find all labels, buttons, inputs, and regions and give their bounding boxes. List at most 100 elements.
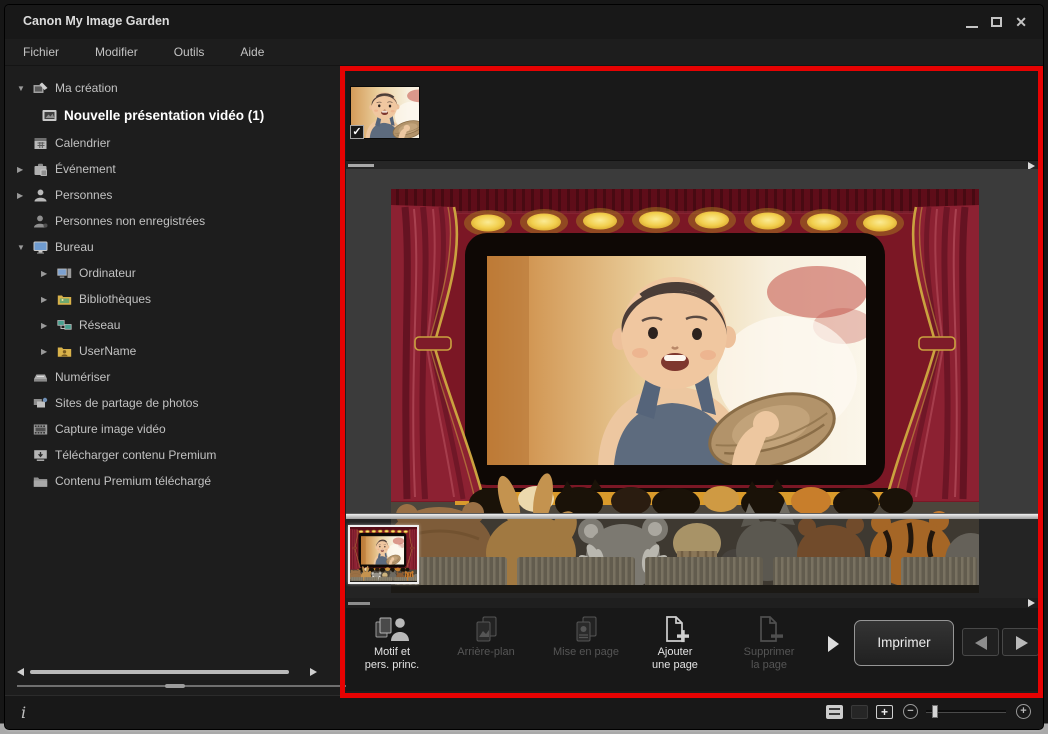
sidebar-item-personnes[interactable]: ▶ Personnes	[5, 182, 346, 208]
person-icon	[32, 189, 49, 202]
theme-and-main-person-icon	[372, 614, 412, 646]
sidebar-item-label: UserName	[79, 344, 136, 358]
calendar-icon	[32, 137, 49, 150]
layout-pages-icon	[566, 614, 606, 646]
scroll-right-icon[interactable]	[1028, 599, 1035, 607]
materials-scrollbar[interactable]	[346, 160, 1038, 169]
sidebar-horizontal-scrollbar[interactable]	[17, 667, 317, 677]
zoom-slider-track[interactable]	[926, 710, 1006, 713]
desktop-icon	[32, 241, 49, 254]
materials-area: ✓	[346, 70, 1038, 160]
sidebar-item-personnes-non-enregistrees[interactable]: Personnes non enregistrées	[5, 208, 346, 234]
supprimer-la-page-button: Supprimer la page	[723, 614, 815, 672]
scroll-right-icon[interactable]	[310, 668, 317, 676]
sidebar-item-sites-partage-photos[interactable]: Sites de partage de photos	[5, 390, 346, 416]
main-edit-area: ✓	[346, 70, 1038, 691]
minimize-icon[interactable]	[966, 26, 978, 28]
sidebar-item-label: Nouvelle présentation vidéo (1)	[64, 108, 264, 123]
sidebar-item-contenu-premium-telecharge[interactable]: Contenu Premium téléchargé	[5, 468, 346, 494]
background-pages-icon	[466, 614, 506, 646]
window-title: Canon My Image Garden	[23, 14, 170, 28]
sidebar-item-label: Contenu Premium téléchargé	[55, 474, 211, 488]
button-label: Arrière-plan	[440, 646, 532, 659]
motif-pers-princ-button[interactable]: Motif et pers. princ.	[346, 614, 438, 672]
page-1-thumbnail[interactable]	[348, 525, 419, 584]
thumbnail-checkbox[interactable]: ✓	[350, 125, 364, 139]
menu-fichier[interactable]: Fichier	[23, 45, 59, 59]
info-icon[interactable]: i	[21, 703, 26, 722]
chevron-right-icon[interactable]: ▶	[41, 321, 56, 330]
menu-outils[interactable]: Outils	[174, 45, 205, 59]
my-works-icon	[32, 82, 49, 95]
button-label: Mise en page	[540, 646, 632, 659]
scrollbar-thumb[interactable]	[348, 164, 374, 167]
sidebar-item-numeriser[interactable]: Numériser	[5, 364, 346, 390]
sidebar-item-bibliotheques[interactable]: ▶ Bibliothèques	[5, 286, 346, 312]
sidebar-item-label: Capture image vidéo	[55, 422, 166, 436]
sidebar-item-reseau[interactable]: ▶ Réseau	[5, 312, 346, 338]
sidebar-item-ordinateur[interactable]: ▶ Ordinateur	[5, 260, 346, 286]
sidebar-item-calendrier[interactable]: Calendrier	[5, 130, 346, 156]
imprimer-button[interactable]: Imprimer	[854, 620, 954, 666]
sidebar-item-ma-creation[interactable]: ▼ Ma création	[5, 75, 346, 101]
sidebar-item-telecharger-contenu-premium[interactable]: Télécharger contenu Premium	[5, 442, 346, 468]
sidebar-item-label: Sites de partage de photos	[55, 396, 198, 410]
forward-arrow-icon	[1016, 636, 1028, 650]
edit-toolbar: Motif et pers. princ. Arrière-plan	[346, 608, 1038, 691]
sidebar-item-username[interactable]: ▶ UserName	[5, 338, 346, 364]
chevron-right-icon[interactable]: ▶	[17, 191, 32, 200]
sidebar-item-label: Personnes non enregistrées	[55, 214, 205, 228]
sidebar-item-evenement[interactable]: ▶ Événement	[5, 156, 346, 182]
button-label: Supprimer	[723, 646, 815, 659]
sidebar-item-nouvelle-presentation-video[interactable]: Nouvelle présentation vidéo (1)	[5, 101, 346, 130]
splitter-handle[interactable]	[165, 684, 185, 688]
titlebar: Canon My Image Garden ✕	[5, 5, 1043, 39]
scrollbar-thumb[interactable]	[30, 670, 289, 674]
material-thumbnail[interactable]: ✓	[350, 86, 420, 139]
button-label: pers. princ.	[346, 659, 438, 672]
menu-aide[interactable]: Aide	[240, 45, 264, 59]
pages-strip-scrollbar[interactable]	[346, 598, 1038, 608]
chevron-down-icon[interactable]: ▼	[17, 243, 32, 252]
small-thumbnail-view-button[interactable]	[826, 705, 843, 719]
photo-sharing-icon	[32, 397, 49, 410]
large-thumbnail-view-button[interactable]	[851, 705, 868, 719]
close-icon[interactable]: ✕	[1015, 15, 1027, 29]
ajouter-une-page-button[interactable]: Ajouter une page	[629, 614, 721, 672]
next-arrow-icon[interactable]	[828, 636, 839, 652]
previous-page-button[interactable]	[962, 628, 999, 656]
libraries-icon	[56, 293, 73, 306]
pages-strip	[346, 519, 1038, 598]
scroll-left-icon[interactable]	[17, 668, 24, 676]
sidebar-item-label: Télécharger contenu Premium	[55, 448, 216, 462]
chevron-right-icon[interactable]: ▶	[41, 295, 56, 304]
event-icon	[32, 163, 49, 176]
menubar: Fichier Modifier Outils Aide	[5, 39, 1043, 66]
menu-modifier[interactable]: Modifier	[95, 45, 138, 59]
window-controls: ✕	[966, 5, 1027, 39]
expand-view-button[interactable]: +	[876, 705, 893, 719]
sidebar-item-capture-image-video[interactable]: Capture image vidéo	[5, 416, 346, 442]
sidebar-item-label: Personnes	[55, 188, 112, 202]
mise-en-page-button: Mise en page	[540, 614, 632, 659]
scanner-icon	[32, 371, 49, 384]
sidebar-item-bureau[interactable]: ▼ Bureau	[5, 234, 346, 260]
maximize-icon[interactable]	[991, 17, 1002, 27]
next-page-button[interactable]	[1002, 628, 1039, 656]
sidebar-item-label: Ordinateur	[79, 266, 136, 280]
chevron-down-icon[interactable]: ▼	[17, 84, 32, 93]
sidebar-item-label: Réseau	[79, 318, 120, 332]
zoom-out-button[interactable]: −	[903, 704, 918, 719]
chevron-right-icon[interactable]: ▶	[41, 269, 56, 278]
zoom-slider[interactable]	[926, 704, 1006, 719]
sidebar-item-label: Ma création	[55, 81, 118, 95]
sidebar-item-label: Calendrier	[55, 136, 110, 150]
premium-downloaded-icon	[32, 475, 49, 488]
chevron-right-icon[interactable]: ▶	[41, 347, 56, 356]
theater-page-artwork	[391, 189, 979, 513]
scrollbar-thumb[interactable]	[348, 602, 370, 605]
zoom-in-button[interactable]: +	[1016, 704, 1031, 719]
chevron-right-icon[interactable]: ▶	[17, 165, 32, 174]
page-preview-canvas[interactable]	[346, 169, 1038, 513]
zoom-slider-handle[interactable]	[932, 705, 938, 718]
